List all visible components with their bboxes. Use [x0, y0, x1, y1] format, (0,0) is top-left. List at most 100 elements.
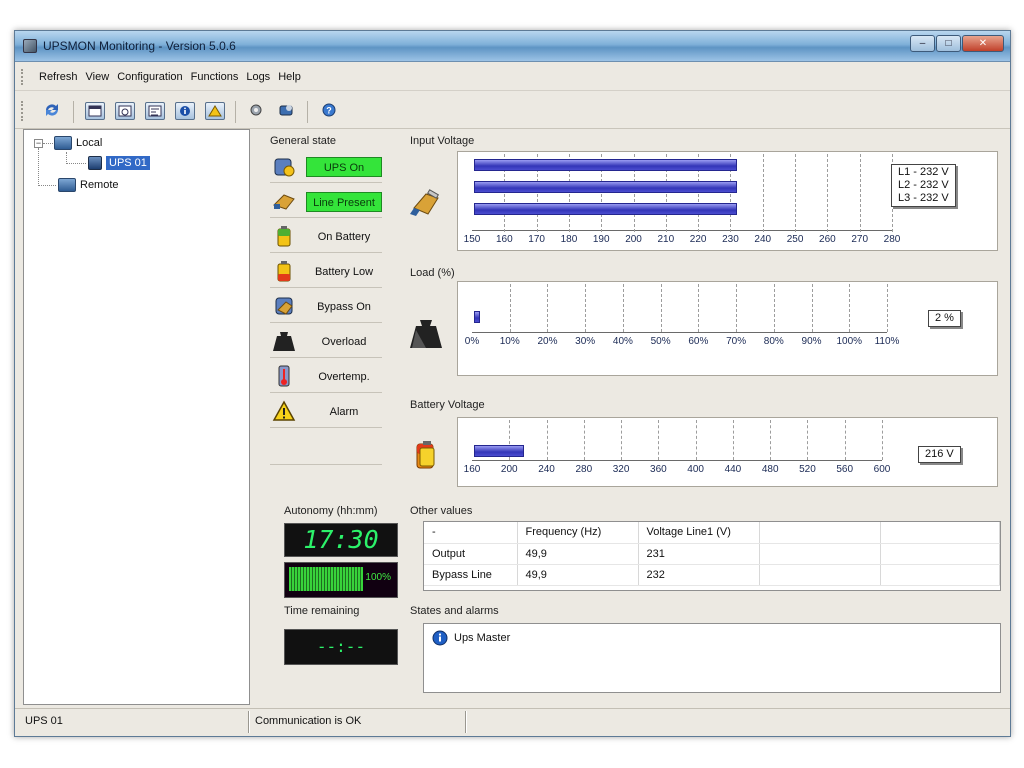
- general-state-indicator: Battery Low: [314, 266, 374, 278]
- battery-voltage-tick-label: 600: [873, 464, 891, 475]
- table-header-row: - Frequency (Hz) Voltage Line1 (V): [424, 522, 1000, 544]
- input-voltage-tick-label: 160: [495, 234, 513, 245]
- table-cell: 49,9: [517, 543, 639, 565]
- table-cell: [880, 543, 1000, 565]
- input-voltage-bar: [474, 159, 737, 171]
- info-icon: [432, 630, 448, 646]
- battery-voltage-gridline: [658, 420, 660, 460]
- menu-view[interactable]: View: [86, 71, 110, 83]
- alarm-warning-icon: [272, 400, 296, 421]
- load-gridline: [773, 284, 775, 332]
- tree-node-local[interactable]: Local: [54, 136, 102, 150]
- other-values-title: Other values: [410, 505, 473, 517]
- load-gridline: [509, 284, 511, 332]
- autonomy-charge-bar: 100%: [284, 562, 398, 598]
- thermometer-icon: [278, 365, 290, 387]
- tree-node-label: Remote: [80, 179, 119, 191]
- load-readout: 2 %: [928, 310, 961, 327]
- view-window-icon[interactable]: [85, 102, 105, 120]
- menu-configuration[interactable]: Configuration: [117, 71, 182, 83]
- menu-help[interactable]: Help: [278, 71, 301, 83]
- refresh-icon[interactable]: [43, 102, 63, 120]
- battery-voltage-tick-label: 520: [799, 464, 816, 475]
- readout-line: L3 - 232 V: [898, 192, 949, 204]
- warning-icon[interactable]: [205, 102, 225, 120]
- table-row[interactable]: Output 49,9 231: [424, 543, 1000, 565]
- load-gridline: [736, 284, 738, 332]
- input-voltage-bar: [474, 181, 737, 193]
- table-header-cell: [880, 522, 1000, 544]
- table-cell: [759, 543, 881, 565]
- load-tick-label: 0%: [464, 336, 480, 347]
- load-gridline: [887, 284, 888, 332]
- input-voltage-bar: [474, 203, 737, 215]
- load-gridline: [660, 284, 662, 332]
- battery-voltage-tick-label: 400: [687, 464, 704, 475]
- tree-node-remote[interactable]: Remote: [58, 178, 119, 192]
- general-state-indicator: Overtemp.: [318, 371, 370, 383]
- tree-node-label: Local: [76, 137, 103, 149]
- input-voltage-tick-label: 260: [819, 234, 836, 245]
- battery-voltage-tick-label: 480: [761, 464, 779, 475]
- table-header-cell: [759, 522, 881, 544]
- list-item[interactable]: Ups Master: [432, 630, 510, 646]
- device-tree: − Local UPS 01 Remote: [23, 129, 250, 705]
- window-title: UPSMON Monitoring - Version 5.0.6: [43, 39, 236, 53]
- search-window-icon[interactable]: [115, 102, 135, 120]
- input-voltage-tick-label: 180: [560, 234, 578, 245]
- load-tick-label: 80%: [763, 336, 784, 347]
- status-device: UPS 01: [25, 715, 63, 727]
- battery-voltage-gridline: [695, 420, 697, 460]
- table-cell: [759, 564, 881, 586]
- toolbar: ?: [15, 93, 1010, 129]
- charge-label: 100%: [365, 572, 391, 583]
- ups-settings-icon[interactable]: [277, 102, 297, 120]
- menu-bar: Refresh View Configuration Functions Log…: [15, 63, 1010, 91]
- table-row[interactable]: Bypass Line 49,9 232: [424, 564, 1000, 586]
- general-state-indicator: Overload: [321, 336, 367, 348]
- battery-voltage-gridline: [882, 420, 883, 460]
- tree-node-label: UPS 01: [106, 156, 150, 170]
- close-button[interactable]: ✕: [962, 35, 1004, 52]
- general-state-indicator: UPS On: [306, 157, 382, 177]
- configure-icon[interactable]: [247, 102, 267, 120]
- tree-node-ups[interactable]: UPS 01: [88, 156, 150, 170]
- input-voltage-tick-label: 200: [625, 234, 642, 245]
- battery-icon: [277, 226, 291, 247]
- load-bar: [474, 311, 480, 323]
- load-tick-label: 40%: [612, 336, 633, 347]
- load-gridline: [849, 284, 851, 332]
- svg-text:?: ?: [326, 106, 332, 116]
- battery-low-icon: [277, 261, 291, 282]
- collapse-toggle[interactable]: −: [34, 139, 43, 148]
- status-separator: [465, 711, 467, 733]
- battery-voltage-title: Battery Voltage: [410, 399, 485, 411]
- battery-voltage-gridline: [546, 420, 548, 460]
- load-tick-label: 30%: [575, 336, 596, 347]
- weight-icon: [410, 320, 442, 348]
- menu-logs[interactable]: Logs: [246, 71, 270, 83]
- help-icon[interactable]: ?: [320, 102, 340, 120]
- network-icon[interactable]: [145, 102, 165, 120]
- battery-voltage-gridline: [621, 420, 623, 460]
- readout-line: L2 - 232 V: [898, 179, 949, 191]
- general-state-indicator: Line Present: [306, 192, 382, 212]
- menu-refresh[interactable]: Refresh: [39, 71, 78, 83]
- battery-voltage-tick-label: 560: [836, 464, 854, 475]
- input-voltage-tick-label: 150: [463, 234, 481, 245]
- states-alarms-list: Ups Master: [423, 623, 1001, 693]
- maximize-button[interactable]: □: [936, 35, 961, 52]
- menu-functions[interactable]: Functions: [191, 71, 239, 83]
- toolbar-separator: [307, 101, 308, 123]
- general-state-row: Overload: [270, 324, 382, 358]
- battery-voltage-tick-label: 320: [612, 464, 630, 475]
- info-icon[interactable]: [175, 102, 195, 120]
- states-alarms-title: States and alarms: [410, 605, 499, 617]
- ups-on-icon: [274, 158, 295, 177]
- plug-icon: [410, 189, 440, 216]
- toolbar-separator: [73, 101, 74, 123]
- table-cell: [880, 564, 1000, 586]
- status-message: Communication is OK: [255, 715, 362, 727]
- minimize-button[interactable]: –: [910, 35, 935, 52]
- time-remaining-display: --:--: [284, 629, 398, 665]
